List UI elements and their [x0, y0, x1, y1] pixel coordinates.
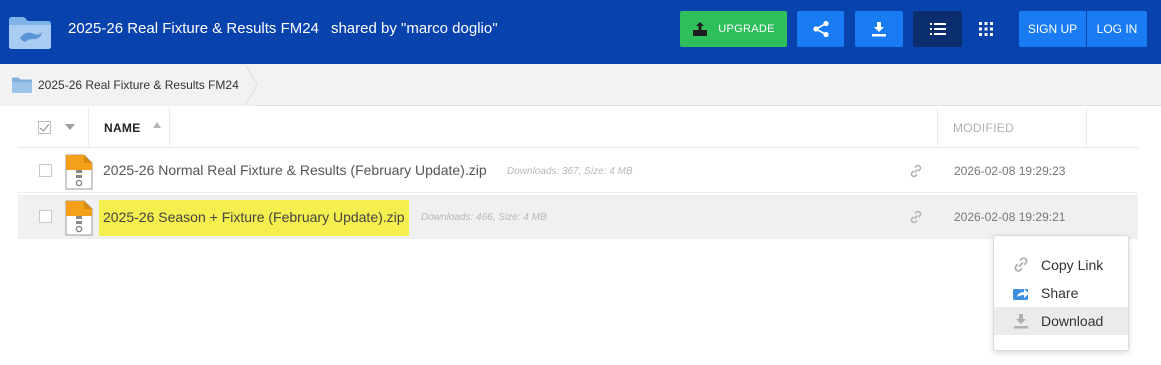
page-title: 2025-26 Real Fixture & Results FM24 share… [68, 19, 498, 39]
file-meta: Downloads: 367, Size: 4 MB [507, 166, 633, 177]
download-menu-item[interactable]: Download [994, 307, 1128, 335]
share-menu-item[interactable]: Share [994, 279, 1128, 307]
grid-view-button[interactable] [962, 11, 1009, 47]
download-icon [1014, 314, 1028, 329]
select-options-caret-icon[interactable] [65, 124, 75, 130]
folder-title: 2025-26 Real Fixture & Results FM24 [68, 20, 319, 37]
modified-column-header[interactable]: MODIFIED [953, 121, 1014, 135]
share-icon [812, 20, 829, 38]
log-in-button[interactable]: LOG IN [1087, 11, 1147, 47]
link-icon[interactable] [908, 163, 924, 179]
column-divider [169, 107, 170, 147]
share-box-icon [1013, 289, 1029, 300]
file-name[interactable]: 2025-26 Season + Fixture (February Updat… [99, 200, 409, 236]
grid-view-icon [978, 22, 993, 36]
copy-link-menu-item[interactable]: Copy Link [994, 251, 1128, 279]
upgrade-button[interactable]: UPGRADE [680, 11, 787, 47]
row-checkbox[interactable] [39, 210, 52, 223]
zip-file-icon [65, 200, 93, 236]
sign-up-button[interactable]: SIGN UP [1019, 11, 1086, 47]
download-icon [872, 22, 886, 37]
name-column-header[interactable]: NAME [104, 121, 141, 135]
breadcrumb: 2025-26 Real Fixture & Results FM24 [0, 64, 1161, 106]
table-row[interactable]: 2025-26 Season + Fixture (February Updat… [18, 195, 1138, 239]
share-button[interactable] [797, 11, 844, 47]
file-list-header: NAME MODIFIED [18, 107, 1138, 148]
zip-file-icon [65, 154, 93, 190]
column-divider [937, 107, 938, 147]
share-label: Share [1041, 285, 1079, 301]
table-row[interactable]: 2025-26 Normal Real Fixture & Results (F… [18, 149, 1138, 193]
copy-link-label: Copy Link [1041, 257, 1104, 273]
modified-date: 2026-02-08 19:29:21 [954, 210, 1066, 224]
file-name[interactable]: 2025-26 Normal Real Fixture & Results (F… [103, 162, 487, 178]
download-button[interactable] [855, 11, 903, 47]
link-icon [1014, 257, 1028, 272]
upgrade-icon [693, 22, 708, 36]
select-all-checkbox[interactable] [38, 121, 51, 134]
folder-logo-icon[interactable] [6, 8, 54, 56]
link-icon[interactable] [908, 209, 924, 225]
breadcrumb-label: 2025-26 Real Fixture & Results FM24 [38, 78, 239, 92]
column-divider [1086, 107, 1087, 147]
column-divider [88, 107, 89, 147]
list-view-button[interactable] [913, 11, 962, 47]
sort-ascending-icon[interactable] [153, 122, 161, 128]
list-view-icon [929, 23, 946, 35]
upgrade-label: UPGRADE [718, 23, 775, 35]
modified-date: 2026-02-08 19:29:23 [954, 164, 1066, 178]
breadcrumb-item[interactable]: 2025-26 Real Fixture & Results FM24 [0, 64, 253, 106]
breadcrumb-separator [245, 64, 258, 106]
download-label: Download [1041, 313, 1104, 329]
context-menu: Copy Link Share Download [993, 235, 1129, 351]
top-bar: 2025-26 Real Fixture & Results FM24 share… [0, 0, 1161, 64]
row-checkbox[interactable] [39, 164, 52, 177]
file-meta: Downloads: 466, Size: 4 MB [421, 212, 547, 223]
shared-by-label: shared by "marco doglio" [330, 20, 498, 37]
folder-icon [12, 77, 32, 93]
